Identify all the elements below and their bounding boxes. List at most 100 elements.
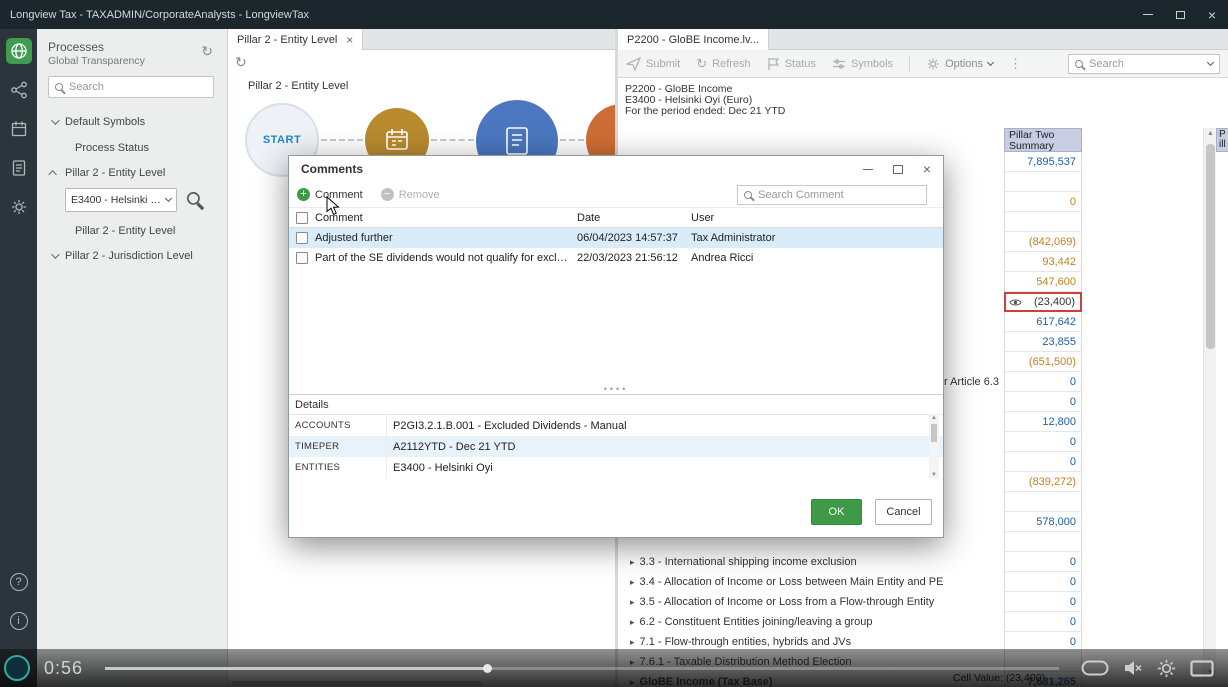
comment-search-box[interactable]: [737, 185, 927, 205]
refresh-button[interactable]: ↻ Refresh: [696, 57, 750, 70]
info-icon[interactable]: i: [6, 608, 32, 634]
minimize-icon: [1143, 14, 1153, 15]
panel-refresh-icon[interactable]: ↻: [201, 44, 213, 58]
cell-value[interactable]: 0: [1004, 452, 1082, 472]
comment-checkbox[interactable]: [296, 252, 308, 264]
cell-value[interactable]: 0: [1004, 392, 1082, 412]
tree-group-pillar2-entity[interactable]: Pillar 2 - Entity Level: [51, 167, 165, 179]
cell-value[interactable]: 0: [1004, 192, 1082, 212]
cell-value[interactable]: 617,642: [1004, 312, 1082, 332]
cell-value[interactable]: 0: [1004, 612, 1082, 632]
header-user[interactable]: User: [691, 212, 943, 224]
scroll-up-icon[interactable]: ▲: [929, 415, 939, 421]
expand-arrow-icon[interactable]: ▸: [630, 577, 635, 588]
cell-value[interactable]: (651,500): [1004, 352, 1082, 372]
detail-value: P2GI3.2.1.B.001 - Excluded Dividends - M…: [386, 415, 943, 436]
cell-value[interactable]: 578,000: [1004, 512, 1082, 532]
entity-select[interactable]: E3400 - Helsinki Oyi: [65, 188, 177, 212]
dialog-maximize-icon[interactable]: [893, 165, 903, 174]
cell-value[interactable]: (23,400): [1004, 292, 1082, 312]
settings-icon[interactable]: [6, 194, 32, 220]
help-icon[interactable]: ?: [6, 569, 32, 595]
cell-value[interactable]: 0: [1004, 572, 1082, 592]
player-settings-icon[interactable]: [1157, 659, 1176, 678]
tab-pillar2-entity-level[interactable]: Pillar 2 - Entity Level ×: [228, 29, 363, 50]
cell-value[interactable]: [1004, 212, 1082, 232]
refresh-label: Refresh: [712, 58, 751, 70]
scrollbar-thumb[interactable]: [1206, 144, 1215, 349]
select-all-checkbox[interactable]: [296, 212, 308, 224]
camera-bubble-icon[interactable]: [1081, 660, 1109, 676]
comment-checkbox-cell: [289, 252, 315, 264]
column-header-clipped[interactable]: Pillar Two Summary: [1216, 128, 1228, 152]
player-progress-bar[interactable]: [105, 667, 1059, 670]
details-scrollbar[interactable]: ▲ ▼: [929, 414, 939, 479]
scrollbar-thumb[interactable]: [931, 424, 937, 442]
player-progress-knob[interactable]: [483, 664, 492, 673]
cancel-button[interactable]: Cancel: [875, 499, 932, 525]
cell-value[interactable]: 93,442: [1004, 252, 1082, 272]
cell-value[interactable]: 0: [1004, 372, 1082, 392]
dialog-close-icon[interactable]: ×: [923, 161, 931, 177]
tree-item-pillar2-entity-level[interactable]: Pillar 2 - Entity Level: [75, 225, 175, 237]
flow-connector: [431, 139, 474, 141]
mute-icon[interactable]: [1123, 660, 1143, 676]
dialog-title-bar[interactable]: Comments ×: [289, 156, 943, 182]
globe-icon[interactable]: [6, 38, 32, 64]
comment-row[interactable]: Part of the SE dividends would not quali…: [289, 248, 943, 268]
calendar-icon[interactable]: [6, 116, 32, 142]
header-comment[interactable]: Comment: [315, 212, 577, 224]
vertical-scrollbar[interactable]: ▲ ▼: [1203, 128, 1216, 678]
status-button[interactable]: Status: [767, 57, 816, 71]
cell-value[interactable]: [1004, 532, 1082, 552]
expand-arrow-icon[interactable]: ▸: [630, 597, 635, 608]
report-icon[interactable]: [6, 155, 32, 181]
submit-button[interactable]: Submit: [626, 57, 680, 71]
cell-value[interactable]: [1004, 172, 1082, 192]
maximize-button[interactable]: [1164, 0, 1196, 29]
more-options-icon[interactable]: ⋮: [1009, 56, 1022, 72]
expand-arrow-icon[interactable]: ▸: [630, 617, 635, 628]
cell-value[interactable]: 12,800: [1004, 412, 1082, 432]
toolbar-search-input[interactable]: [1089, 58, 1202, 70]
tree-item-process-status[interactable]: Process Status: [75, 142, 149, 154]
fullscreen-icon[interactable]: [1190, 660, 1214, 677]
scroll-down-icon[interactable]: ▼: [929, 472, 939, 478]
column-header-pillar-two-summary[interactable]: Pillar Two Summary: [1004, 128, 1082, 152]
cell-value[interactable]: 23,855: [1004, 332, 1082, 352]
dialog-minimize-icon[interactable]: [863, 169, 873, 170]
entity-search-icon[interactable]: [187, 192, 200, 205]
scroll-up-icon[interactable]: ▲: [1204, 130, 1217, 137]
tab-p2200-globe-income[interactable]: P2200 - GloBE Income.lv...: [618, 29, 769, 50]
close-button[interactable]: ×: [1196, 0, 1228, 29]
panel-search-box[interactable]: [48, 76, 214, 98]
minimize-button[interactable]: [1132, 0, 1164, 29]
cell-value[interactable]: (839,272): [1004, 472, 1082, 492]
cell-value[interactable]: [1004, 492, 1082, 512]
cell-value[interactable]: 0: [1004, 432, 1082, 452]
cell-value[interactable]: 0: [1004, 552, 1082, 572]
symbols-button[interactable]: Symbols: [832, 58, 893, 70]
comment-search-input[interactable]: [758, 189, 920, 201]
refresh-icon[interactable]: ↻: [235, 55, 247, 69]
options-button[interactable]: Options: [926, 57, 993, 71]
comment-checkbox[interactable]: [296, 232, 308, 244]
cell-value[interactable]: 0: [1004, 592, 1082, 612]
splitter-handle[interactable]: ••••: [289, 384, 943, 394]
cell-value[interactable]: 7,895,537: [1004, 152, 1082, 172]
expand-arrow-icon[interactable]: ▸: [630, 637, 635, 648]
panel-search-input[interactable]: [69, 81, 211, 93]
ok-button[interactable]: OK: [811, 499, 862, 525]
share-icon[interactable]: [6, 77, 32, 103]
tree-group-default-symbols[interactable]: Default Symbols: [51, 116, 145, 128]
close-tab-icon[interactable]: ×: [346, 34, 353, 46]
comment-row[interactable]: Adjusted further06/04/2023 14:57:37Tax A…: [289, 228, 943, 248]
tree-group-pillar2-jurisdiction[interactable]: Pillar 2 - Jurisdiction Level: [51, 250, 193, 262]
cell-value[interactable]: (842,069): [1004, 232, 1082, 252]
expand-arrow-icon[interactable]: ▸: [630, 557, 635, 568]
header-date[interactable]: Date: [577, 212, 691, 224]
remove-comment-button[interactable]: − Remove: [381, 188, 440, 201]
toolbar-search-box[interactable]: [1068, 54, 1220, 74]
minus-icon: −: [381, 188, 394, 201]
cell-value[interactable]: 547,600: [1004, 272, 1082, 292]
